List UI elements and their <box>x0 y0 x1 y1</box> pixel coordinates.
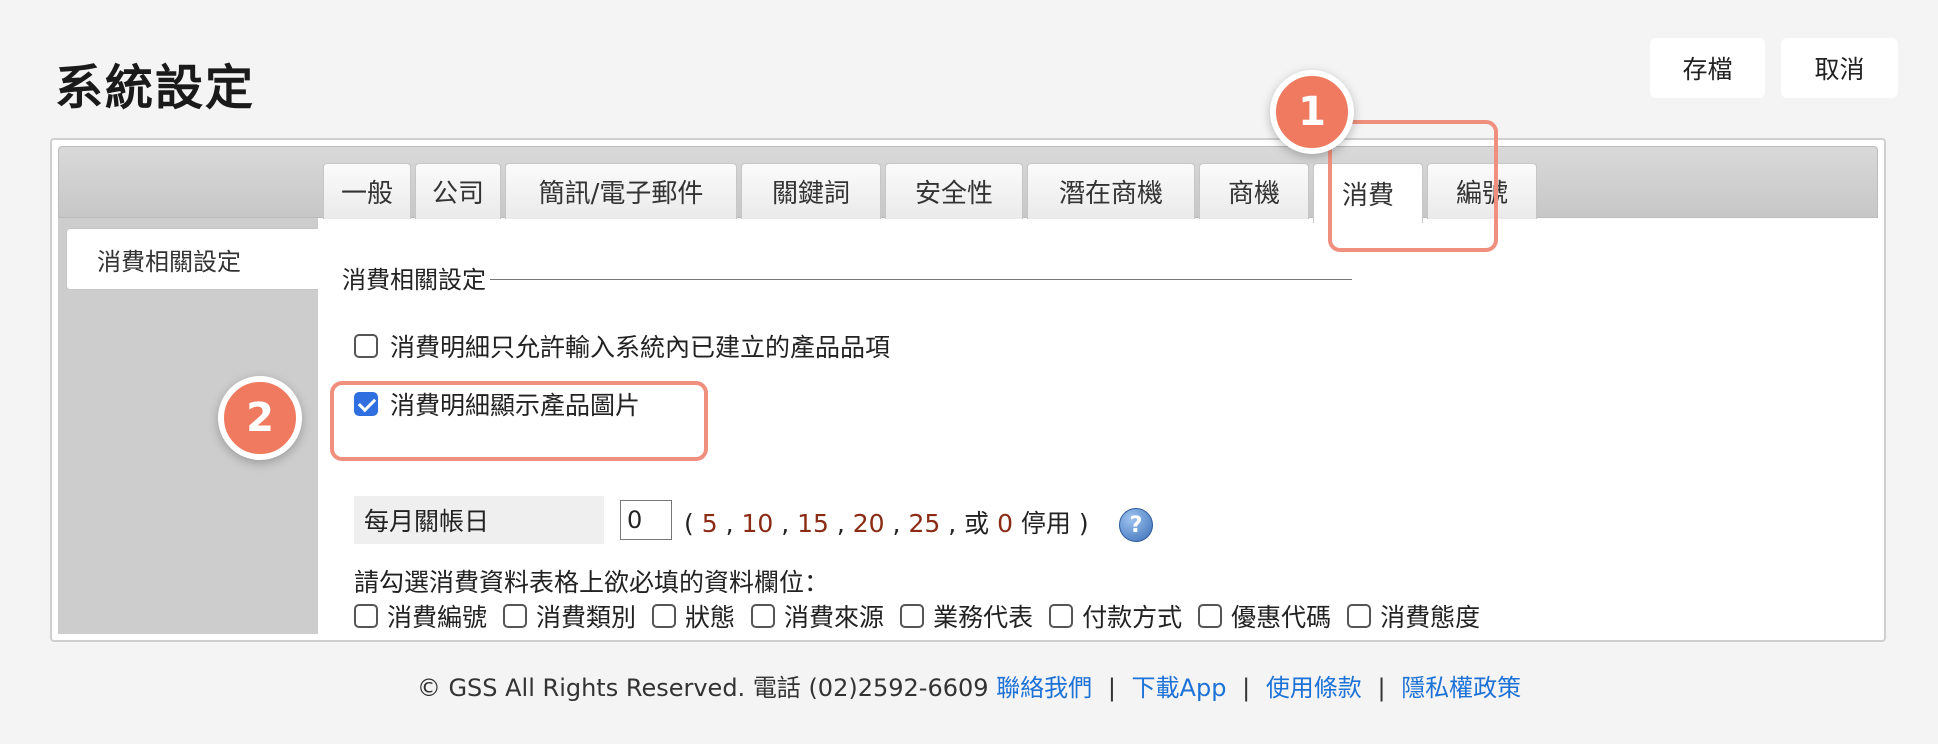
sidebar-item-consumption-settings[interactable]: 消費相關設定 <box>66 228 318 290</box>
hint-close-paren: ) <box>1078 509 1089 538</box>
tab-keywords[interactable]: 關鍵詞 <box>741 163 881 219</box>
legend-divider <box>490 279 1352 280</box>
section-legend-text: 消費相關設定 <box>342 266 486 294</box>
tab-security[interactable]: 安全性 <box>885 163 1023 219</box>
required-field-checkbox[interactable] <box>1198 604 1223 628</box>
required-field-label: 消費來源 <box>784 603 885 632</box>
tab-sms-email[interactable]: 簡訊/電子郵件 <box>505 163 737 219</box>
footer-separator: | <box>1242 674 1251 702</box>
hint-choice: 10 <box>741 509 774 538</box>
required-field-item[interactable]: 消費類別 <box>503 598 636 634</box>
hint-disable-text: 停用 <box>1020 509 1071 538</box>
hint-open-paren: ( <box>684 509 694 538</box>
hint-choice: 25 <box>908 509 941 538</box>
required-field-item[interactable]: 消費來源 <box>751 598 884 634</box>
product-only-label: 消費明細只允許輸入系統內已建立的產品品項 <box>390 333 891 362</box>
footer-link-terms[interactable]: 使用條款 <box>1266 674 1362 702</box>
tab-opportunities[interactable]: 商機 <box>1199 163 1309 219</box>
show-product-image-checkbox[interactable] <box>354 392 378 416</box>
closing-day-label: 每月關帳日 <box>354 496 604 544</box>
footer-separator: | <box>1377 674 1386 702</box>
required-field-item[interactable]: 消費態度 <box>1347 598 1480 634</box>
show-product-image-label: 消費明細顯示產品圖片 <box>390 391 641 420</box>
save-button[interactable]: 存檔 <box>1650 38 1765 98</box>
required-field-item[interactable]: 狀態 <box>652 598 735 634</box>
required-field-item[interactable]: 優惠代碼 <box>1198 598 1331 634</box>
tab-company[interactable]: 公司 <box>415 163 501 219</box>
required-field-checkbox[interactable] <box>503 604 528 628</box>
help-icon[interactable]: ? <box>1119 508 1153 542</box>
required-field-label: 消費類別 <box>536 603 637 632</box>
option-show-product-image[interactable]: 消費明細顯示產品圖片 <box>354 386 640 422</box>
tab-consumption[interactable]: 消費 <box>1313 163 1423 223</box>
footer-link-privacy[interactable]: 隱私權政策 <box>1401 674 1521 702</box>
hint-disable-value: 0 <box>997 509 1013 538</box>
required-field-item[interactable]: 消費編號 <box>354 598 487 634</box>
required-field-checkbox[interactable] <box>900 604 925 628</box>
page-title: 系統設定 <box>55 60 256 116</box>
required-field-item[interactable]: 付款方式 <box>1049 598 1182 634</box>
required-field-label: 優惠代碼 <box>1231 603 1332 632</box>
required-field-item[interactable]: 業務代表 <box>900 598 1033 634</box>
footer: © GSS All Rights Reserved. 電話 (02)2592-6… <box>0 668 1938 703</box>
footer-link-download-app[interactable]: 下載App <box>1132 674 1227 702</box>
required-field-checkbox[interactable] <box>751 604 776 628</box>
tab-leads[interactable]: 潛在商機 <box>1027 163 1195 219</box>
required-field-label: 消費編號 <box>387 603 488 632</box>
required-field-label: 消費態度 <box>1380 603 1481 632</box>
required-field-checkbox[interactable] <box>1347 604 1372 628</box>
tab-numbering[interactable]: 編號 <box>1427 163 1537 219</box>
required-fields-title: 請勾選消費資料表格上欲必填的資料欄位： <box>354 568 830 597</box>
required-field-label: 業務代表 <box>933 603 1034 632</box>
hint-choice: 5 <box>701 509 718 538</box>
step-2-badge: 2 <box>218 376 302 460</box>
required-field-label: 狀態 <box>685 603 736 632</box>
hint-choice: 20 <box>852 509 885 538</box>
required-field-checkbox[interactable] <box>652 604 677 628</box>
tab-bar: 一般 公司 簡訊/電子郵件 關鍵詞 安全性 潛在商機 商機 消費 編號 <box>58 146 1878 223</box>
closing-day-hint: ( 5 , 10 , 15 , 20 , 25 , 或 0 停用 ) <box>684 509 1089 538</box>
hint-or: 或 <box>964 509 990 538</box>
section-legend: 消費相關設定 <box>342 260 1352 295</box>
closing-day-input[interactable]: 0 <box>620 500 672 540</box>
required-field-checkbox[interactable] <box>354 604 378 628</box>
required-field-label: 付款方式 <box>1082 603 1183 632</box>
option-product-only[interactable]: 消費明細只允許輸入系統內已建立的產品品項 <box>354 328 890 364</box>
required-field-checkbox[interactable] <box>1049 604 1074 628</box>
settings-panel: 一般 公司 簡訊/電子郵件 關鍵詞 安全性 潛在商機 商機 消費 編號 消費相關… <box>50 138 1886 642</box>
product-only-checkbox[interactable] <box>354 334 378 358</box>
footer-copyright: © GSS All Rights Reserved. 電話 (02)2592-6… <box>416 674 989 702</box>
footer-link-contact[interactable]: 聯絡我們 <box>996 674 1092 702</box>
tab-general[interactable]: 一般 <box>323 163 411 219</box>
hint-choice: 15 <box>797 509 829 538</box>
content-area: 消費相關設定 消費明細只允許輸入系統內已建立的產品品項 消費明細顯示產品圖片 每… <box>318 218 1884 640</box>
footer-separator: | <box>1107 674 1116 702</box>
step-1-badge: 1 <box>1270 70 1354 154</box>
required-fields-list: 消費編號 消費類別 狀態 消費來源 業務代表 付款方式 優惠代碼 消費態度 <box>354 598 1496 634</box>
cancel-button[interactable]: 取消 <box>1781 38 1898 98</box>
